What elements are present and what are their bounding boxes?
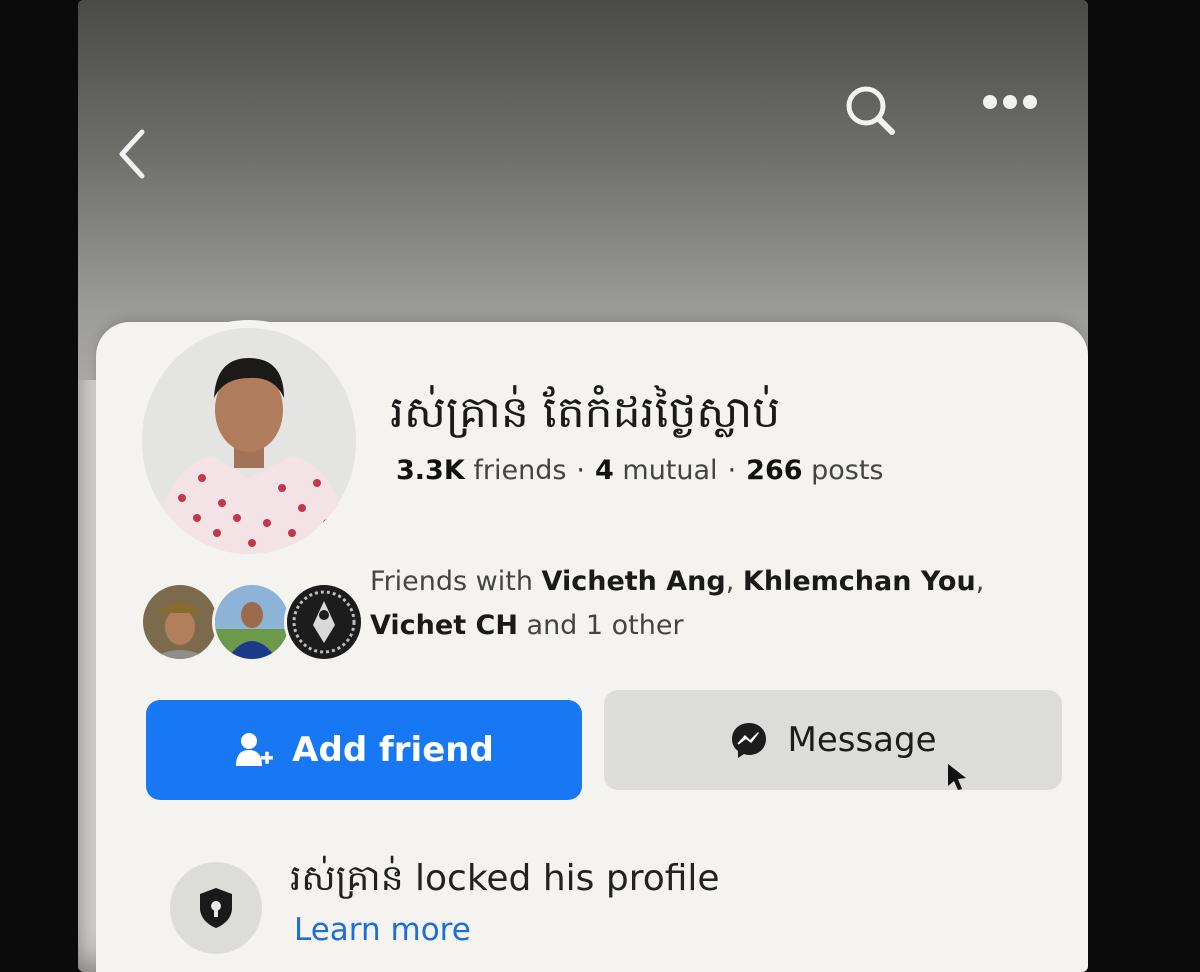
learn-more-link[interactable]: Learn more xyxy=(294,912,471,948)
mutual-friend-avatar-image xyxy=(215,585,289,659)
add-friend-button[interactable]: Add friend xyxy=(146,700,582,800)
mutual-friends-avatars[interactable] xyxy=(140,582,364,664)
mutual-friend-name[interactable]: Vicheth Ang xyxy=(542,566,726,597)
friends-label[interactable]: friends xyxy=(473,455,566,486)
profile-avatar[interactable] xyxy=(134,320,364,562)
messenger-icon xyxy=(732,723,767,758)
mouse-cursor-icon xyxy=(948,764,966,790)
mutual-label[interactable]: mutual xyxy=(622,455,717,486)
add-friend-label: Add friend xyxy=(292,730,494,770)
lock-notice-icon-circle xyxy=(170,862,262,954)
mutual-friend-avatar[interactable] xyxy=(140,582,220,662)
mutual-count[interactable]: 4 xyxy=(595,455,614,486)
message-label: Message xyxy=(787,720,937,760)
stats-separator: · xyxy=(576,455,585,486)
mutual-friend-avatar[interactable] xyxy=(284,582,364,662)
friends-count[interactable]: 3.3K xyxy=(396,455,465,486)
phone-screen: រស់គ្រាន់ តែកំដរថ្ងៃស្លាប់ 3.3K friends ·… xyxy=(78,0,1088,972)
mutual-friend-name[interactable]: Vichet CH xyxy=(370,610,518,641)
posts-label: posts xyxy=(811,455,884,486)
mutual-friend-avatar-image xyxy=(287,585,361,659)
profile-name: រស់គ្រាន់ តែកំដរថ្ងៃស្លាប់ xyxy=(390,387,781,438)
shield-lock-icon xyxy=(200,888,232,928)
mutual-friends-suffix[interactable]: and 1 other xyxy=(518,610,684,641)
comma: , xyxy=(975,566,985,597)
search-icon[interactable] xyxy=(842,82,898,138)
comma: , xyxy=(725,566,743,597)
chevron-left-icon[interactable] xyxy=(116,128,148,180)
stats-separator: · xyxy=(727,455,737,486)
more-horizontal-icon[interactable] xyxy=(978,90,1042,114)
profile-stats: 3.3K friends · 4 mutual · 266 posts xyxy=(396,455,884,486)
add-friend-icon xyxy=(236,733,274,766)
mutual-friends-text: Friends with Vicheth Ang, Khlemchan You,… xyxy=(370,560,1070,648)
mutual-friend-avatar[interactable] xyxy=(212,582,292,662)
profile-avatar-image xyxy=(142,328,356,554)
mutual-friend-name[interactable]: Khlemchan You xyxy=(743,566,976,597)
mutual-friends-prefix: Friends with xyxy=(370,566,542,597)
posts-count: 266 xyxy=(746,455,803,486)
locked-profile-text: រស់គ្រាន់ locked his profile xyxy=(290,858,720,899)
mutual-friend-avatar-image xyxy=(143,585,217,659)
message-button[interactable]: Message xyxy=(604,690,1062,790)
